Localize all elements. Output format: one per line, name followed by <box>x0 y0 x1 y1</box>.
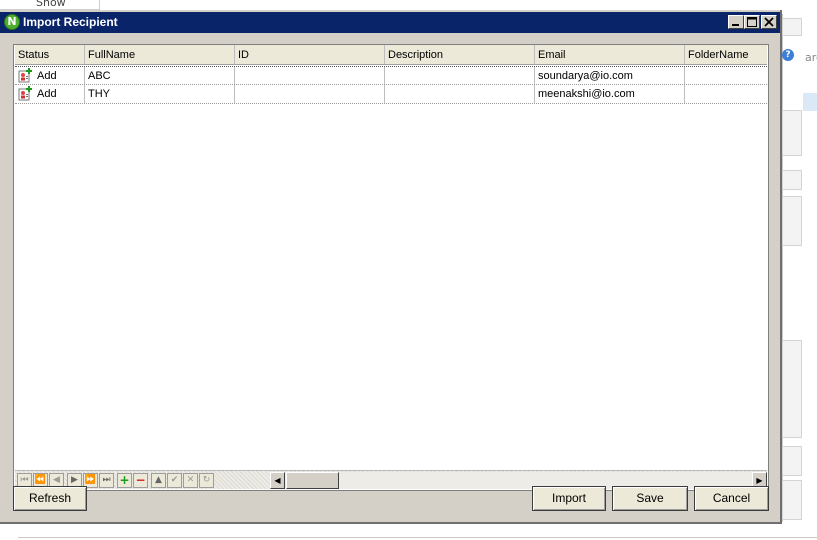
maximize-icon <box>747 17 757 27</box>
recipient-grid[interactable]: Status FullName ID Description Email Fol… <box>13 44 769 491</box>
next-icon: ▶ <box>71 475 78 485</box>
first-icon: ⏮ <box>20 475 29 485</box>
scroll-left-button[interactable]: ◀ <box>270 472 285 489</box>
background-show-label: Show <box>0 0 100 10</box>
background-strip <box>782 110 802 156</box>
background-strip <box>782 340 802 438</box>
save-button[interactable]: Save <box>612 486 688 511</box>
maximize-button[interactable] <box>744 15 760 29</box>
arrow-left-icon: ◀ <box>274 476 281 485</box>
add-user-icon <box>18 86 32 101</box>
status-cell[interactable]: Add <box>15 85 85 103</box>
next-page-icon: ⏩ <box>84 475 97 485</box>
minimize-icon <box>732 24 739 26</box>
background-strip <box>782 196 802 246</box>
background-search-text: arc <box>805 51 817 64</box>
remove-icon: − <box>135 473 146 487</box>
close-icon <box>764 17 774 27</box>
remove-record-button[interactable]: − <box>133 473 148 488</box>
description-cell[interactable] <box>385 85 535 103</box>
add-icon: + <box>119 473 130 487</box>
table-row[interactable]: Add ABC soundarya@io.com <box>15 66 767 85</box>
refresh-button[interactable]: Refresh <box>13 486 87 511</box>
column-header-description[interactable]: Description <box>385 45 535 64</box>
last-icon: ⏭ <box>102 475 111 485</box>
last-record-button[interactable]: ⏭ <box>99 473 114 488</box>
foldername-cell[interactable] <box>685 85 767 103</box>
app-logo-icon: N <box>4 14 20 30</box>
help-icon: ? <box>782 49 794 61</box>
accept-edit-button[interactable]: ✔ <box>167 473 182 488</box>
foldername-cell[interactable] <box>685 67 767 84</box>
id-cell[interactable] <box>235 85 385 103</box>
import-recipient-dialog: N Import Recipient Status FullName ID De… <box>0 10 782 524</box>
add-user-icon <box>18 68 32 83</box>
prev-page-icon: ⏪ <box>34 475 47 485</box>
cancel-button[interactable]: Cancel <box>694 486 769 511</box>
grid-header: Status FullName ID Description Email Fol… <box>15 45 767 65</box>
cancel-edit-icon: ✕ <box>186 475 195 485</box>
add-record-button[interactable]: + <box>117 473 132 488</box>
description-cell[interactable] <box>385 67 535 84</box>
close-button[interactable] <box>761 15 777 29</box>
column-header-fullname[interactable]: FullName <box>85 45 235 64</box>
background-strip <box>782 18 802 36</box>
fullname-cell[interactable]: THY <box>85 85 235 103</box>
fullname-cell[interactable]: ABC <box>85 67 235 84</box>
column-header-foldername[interactable]: FolderName <box>685 45 767 64</box>
title-bar[interactable]: N Import Recipient <box>0 12 780 33</box>
accept-icon: ✔ <box>170 475 179 485</box>
refresh-grid-button[interactable]: ↻ <box>199 473 214 488</box>
scrollbar-thumb[interactable] <box>286 472 339 489</box>
column-header-status[interactable]: Status <box>15 45 85 64</box>
dialog-title: Import Recipient <box>23 15 118 29</box>
email-cell[interactable]: meenakshi@io.com <box>535 85 685 103</box>
prev-icon: ◀ <box>53 475 60 485</box>
up-icon: ▲ <box>155 475 162 485</box>
column-header-email[interactable]: Email <box>535 45 685 64</box>
import-button[interactable]: Import <box>532 486 606 511</box>
email-cell[interactable]: soundarya@io.com <box>535 67 685 84</box>
column-header-id[interactable]: ID <box>235 45 385 64</box>
background-divider <box>18 537 817 538</box>
status-cell[interactable]: Add <box>15 67 85 84</box>
background-strip <box>782 446 802 476</box>
horizontal-scrollbar[interactable]: ◀ ▶ <box>270 472 767 489</box>
minimize-button[interactable] <box>728 15 744 29</box>
background-strip <box>782 170 802 190</box>
status-label: Add <box>37 88 57 100</box>
status-label: Add <box>37 70 57 82</box>
cancel-edit-button[interactable]: ✕ <box>183 473 198 488</box>
move-up-button[interactable]: ▲ <box>151 473 166 488</box>
refresh-icon: ↻ <box>202 475 211 485</box>
background-strip <box>782 480 802 520</box>
arrow-right-icon: ▶ <box>756 476 763 485</box>
id-cell[interactable] <box>235 67 385 84</box>
table-row[interactable]: Add THY meenakshi@io.com <box>15 85 767 104</box>
background-highlight <box>803 93 817 111</box>
